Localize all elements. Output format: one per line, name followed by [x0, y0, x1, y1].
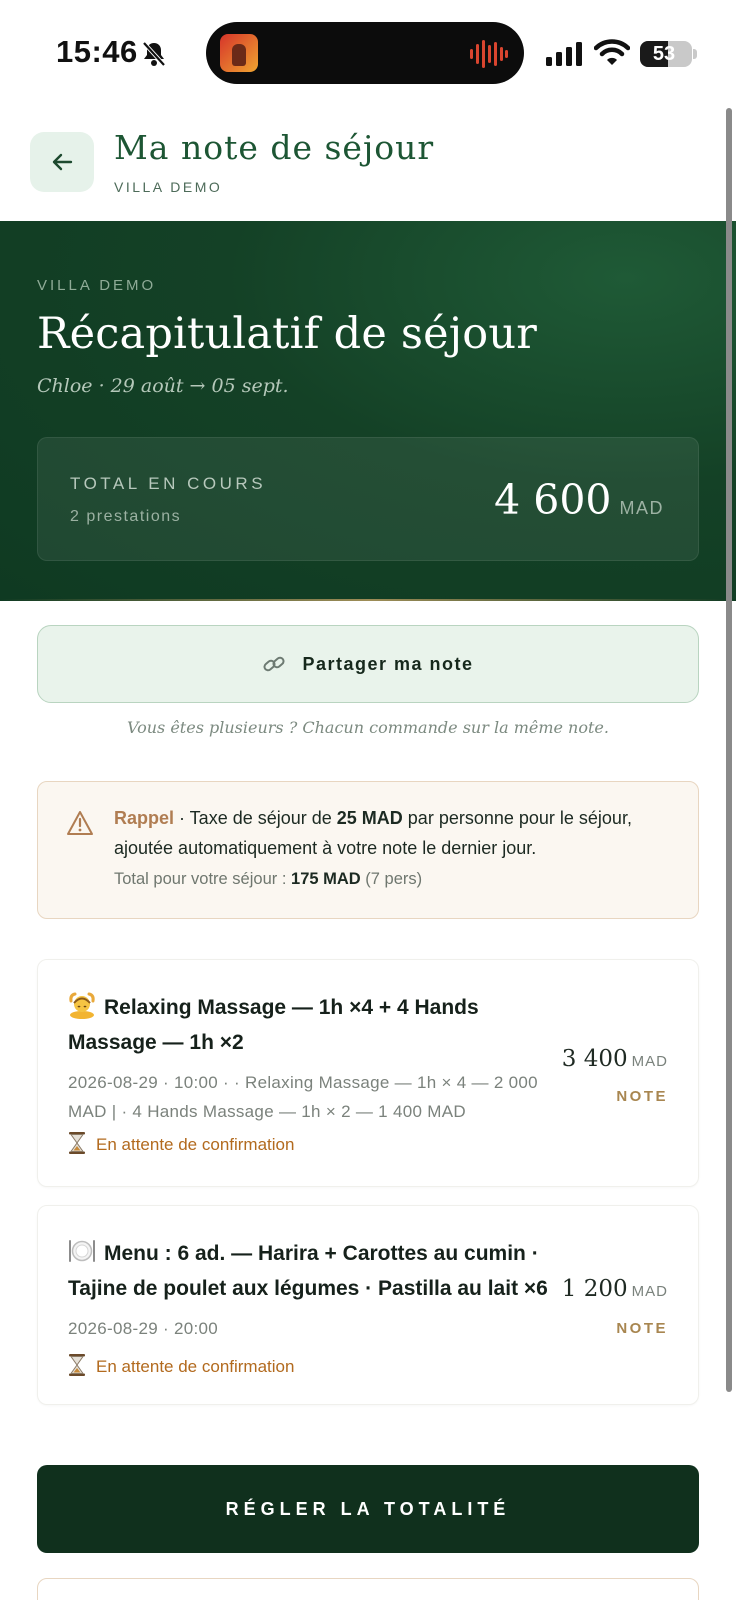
order-meta: 2026-08-29 · 10:00 · · Relaxing Massage …: [68, 1073, 538, 1121]
reminder-title: Rappel: [114, 808, 175, 828]
wifi-icon: [594, 39, 630, 65]
total-label: TOTAL EN COURS: [70, 474, 267, 493]
order-price: 1 200 MAD: [562, 1276, 668, 1302]
dynamic-island[interactable]: [206, 22, 524, 84]
services-count: 2 prestations: [70, 508, 182, 525]
battery-cap: [693, 49, 697, 59]
reminder-line-2: ajoutée automatiquement à votre note le …: [114, 838, 537, 858]
share-note-button[interactable]: Partager ma note: [37, 625, 699, 703]
villa-label: VILLA DEMO: [37, 277, 157, 294]
order-status: En attente de confirmation: [68, 1354, 294, 1377]
summary-title: Récapitulatif de séjour: [37, 309, 538, 359]
price-value: 1 200: [561, 1276, 628, 1302]
stay-summary-hero: VILLA DEMO Récapitulatif de séjour Chloe…: [0, 221, 736, 601]
reminder-text-a: · Taxe de séjour de: [174, 808, 337, 828]
cellular-signal-icon: [546, 42, 582, 66]
tax-amount: 25 MAD: [336, 808, 403, 828]
arrow-left-icon: [52, 153, 73, 171]
order-title-text: Menu : 6 ad. — Harira + Carottes au cumi…: [68, 1242, 548, 1300]
total-amount: 4 600 MAD: [494, 476, 664, 524]
total-currency: MAD: [619, 498, 664, 518]
order-meta: 2026-08-29 · 20:00: [68, 1319, 219, 1338]
share-label: Partager ma note: [302, 653, 474, 674]
warning-icon: [67, 811, 93, 835]
tourist-tax-reminder: Rappel · Taxe de séjour de 25 MAD par pe…: [37, 781, 699, 919]
order-status: En attente de confirmation: [68, 1132, 294, 1155]
hourglass-icon: [69, 1354, 85, 1376]
page-title: Ma note de séjour: [114, 128, 435, 167]
guest-dates: Chloe · 29 août → 05 sept.: [37, 375, 289, 397]
reminder-total-label: Total pour votre séjour :: [114, 870, 292, 888]
price-currency: MAD: [631, 1283, 668, 1300]
hero-divider: [0, 599, 736, 601]
plate-icon: [69, 1240, 95, 1262]
link-icon: [263, 656, 286, 672]
battery-icon: 53: [640, 41, 692, 67]
massage-icon: [69, 992, 95, 1019]
order-title: Relaxing Massage — 1h ×4 + 4 Hands Massa…: [68, 990, 568, 1060]
status-time: 15:46: [56, 34, 138, 69]
page-subtitle: VILLA DEMO: [114, 179, 223, 195]
order-card-massage[interactable]: Relaxing Massage — 1h ×4 + 4 Hands Massa…: [37, 959, 699, 1187]
reminder-text-b: par personne pour le séjour,: [402, 808, 632, 828]
reminder-total-value: 175 MAD: [291, 870, 361, 888]
battery-percent: 53: [652, 43, 676, 65]
next-card-partial: [37, 1578, 699, 1600]
order-status-text: En attente de confirmation: [96, 1357, 295, 1376]
order-status-text: En attente de confirmation: [96, 1135, 295, 1154]
total-value: 4 600: [494, 476, 612, 524]
reminder-total-persons: (7 pers): [360, 870, 423, 888]
running-total-card: TOTAL EN COURS 2 prestations 4 600 MAD: [37, 437, 699, 561]
order-tag: NOTE: [616, 1088, 668, 1105]
pay-all-button[interactable]: RÉGLER LA TOTALITÉ: [37, 1465, 699, 1553]
reminder-total: Total pour votre séjour : 175 MAD (7 per…: [114, 870, 422, 889]
audio-wave-icon: [470, 40, 508, 68]
scrollbar[interactable]: [726, 108, 732, 1392]
order-title-text: Relaxing Massage — 1h ×4 + 4 Hands Massa…: [68, 996, 479, 1054]
order-title: Menu : 6 ad. — Harira + Carottes au cumi…: [68, 1236, 568, 1306]
reminder-line-1: Rappel · Taxe de séjour de 25 MAD par pe…: [114, 808, 632, 829]
share-hint: Vous êtes plusieurs ? Chacun commande su…: [127, 718, 609, 737]
order-card-menu[interactable]: Menu : 6 ad. — Harira + Carottes au cumi…: [37, 1205, 699, 1405]
price-value: 3 400: [561, 1046, 628, 1072]
album-art-icon: [220, 34, 258, 72]
order-price: 3 400 MAD: [562, 1046, 668, 1072]
back-button[interactable]: [30, 132, 94, 192]
order-tag: NOTE: [616, 1320, 668, 1337]
bell-muted-icon: [142, 41, 166, 67]
status-bar: 15:46 53: [0, 0, 736, 104]
price-currency: MAD: [631, 1053, 668, 1070]
hourglass-icon: [69, 1132, 85, 1154]
pay-all-label: RÉGLER LA TOTALITÉ: [225, 1498, 511, 1519]
